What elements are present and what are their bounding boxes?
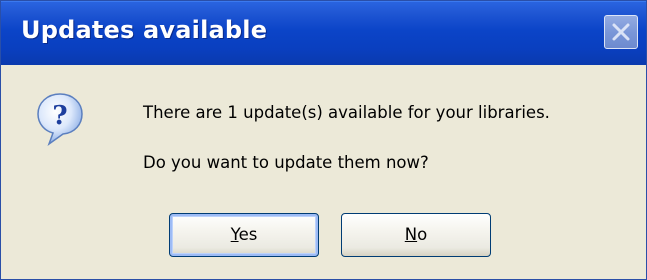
close-button[interactable] <box>604 15 638 49</box>
update-question: Do you want to update them now? <box>143 153 429 172</box>
dialog-title: Updates available <box>21 16 268 44</box>
updates-dialog: Updates available ? There are 1 update(s… <box>0 0 647 280</box>
yes-label-rest: es <box>238 225 258 244</box>
dialog-body: ? There are 1 update(s) available for yo… <box>1 65 646 279</box>
yes-accelerator: Y <box>230 225 239 244</box>
close-icon <box>612 23 630 41</box>
no-button[interactable]: No <box>341 213 491 257</box>
update-message: There are 1 update(s) available for your… <box>143 103 550 122</box>
no-accelerator: N <box>404 225 418 244</box>
yes-button[interactable]: Yes <box>169 213 319 257</box>
question-icon: ? <box>37 93 83 147</box>
title-bar[interactable]: Updates available <box>1 1 646 65</box>
svg-text:?: ? <box>52 101 67 131</box>
no-label-rest: o <box>417 225 428 244</box>
